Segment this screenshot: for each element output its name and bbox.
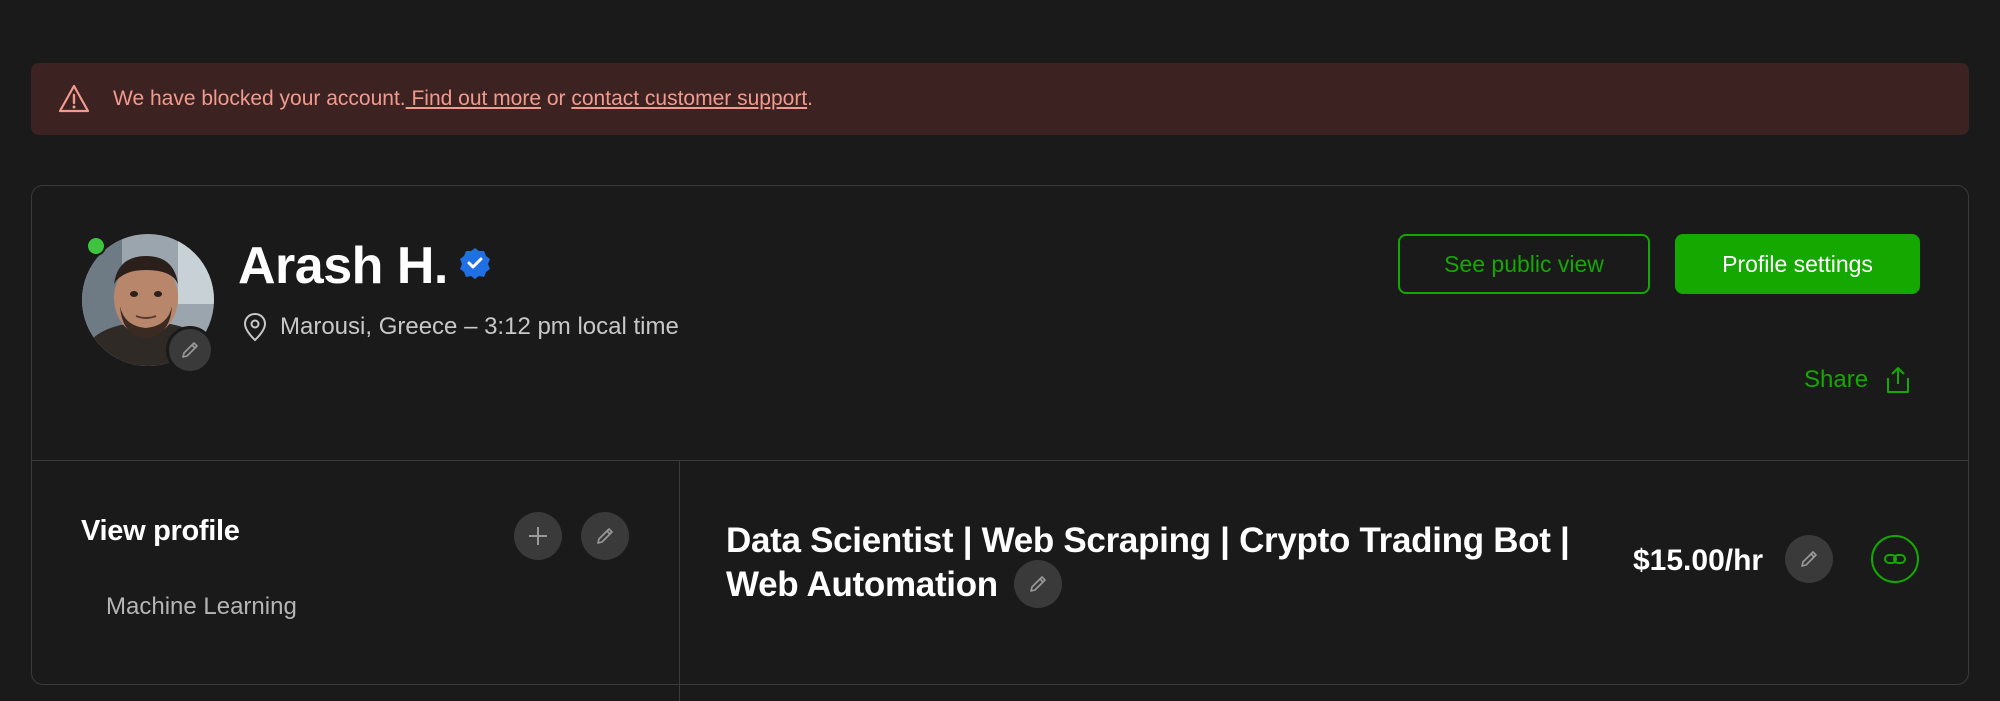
location-text: Marousi, Greece – 3:12 pm local time xyxy=(280,313,679,340)
horizontal-divider xyxy=(32,460,1968,461)
find-out-more-link[interactable]: Find out more xyxy=(406,87,541,110)
view-profile-heading: View profile xyxy=(81,515,240,547)
warning-triangle-icon xyxy=(57,82,91,116)
location-pin-icon xyxy=(242,312,268,342)
account-blocked-alert: We have blocked your account. Find out m… xyxy=(31,63,1969,135)
profile-name: Arash H. xyxy=(238,237,448,295)
pencil-icon xyxy=(1798,548,1820,570)
pencil-icon xyxy=(594,525,616,547)
link-icon xyxy=(1883,547,1907,571)
share-upload-icon xyxy=(1882,364,1914,396)
share-label: Share xyxy=(1804,366,1869,393)
contact-support-link[interactable]: contact customer support xyxy=(571,87,807,110)
location-row: Marousi, Greece – 3:12 pm local time xyxy=(242,312,679,342)
profile-title-text: Data Scientist | Web Scraping | Crypto T… xyxy=(726,521,1570,604)
alert-message: We have blocked your account. Find out m… xyxy=(113,87,813,111)
pencil-icon xyxy=(1027,573,1049,595)
verified-badge-icon xyxy=(458,246,492,280)
hourly-rate: $15.00/hr xyxy=(1633,544,1764,577)
see-public-view-button[interactable]: See public view xyxy=(1398,234,1650,294)
skill-item[interactable]: Machine Learning xyxy=(106,593,297,621)
edit-profile-list-button[interactable] xyxy=(581,512,629,560)
share-button[interactable]: Share xyxy=(1804,364,1914,396)
alert-text-mid: or xyxy=(541,87,572,110)
alert-text-after: . xyxy=(807,87,813,110)
alert-text-before: We have blocked your account. xyxy=(113,87,406,110)
copy-link-button[interactable] xyxy=(1871,535,1919,583)
pencil-icon xyxy=(179,339,201,361)
avatar-container xyxy=(82,234,214,374)
profile-card: Arash H. Marousi, Greece – 3:12 pm local… xyxy=(31,185,1969,701)
profile-settings-button[interactable]: Profile settings xyxy=(1675,234,1920,294)
edit-rate-button[interactable] xyxy=(1785,535,1833,583)
profile-title: Data Scientist | Web Scraping | Crypto T… xyxy=(726,519,1606,608)
vertical-divider xyxy=(679,461,680,701)
plus-icon xyxy=(526,524,550,548)
online-status-indicator xyxy=(86,236,106,256)
add-profile-button[interactable] xyxy=(514,512,562,560)
edit-title-button[interactable] xyxy=(1013,559,1062,608)
edit-avatar-button[interactable] xyxy=(166,326,214,374)
